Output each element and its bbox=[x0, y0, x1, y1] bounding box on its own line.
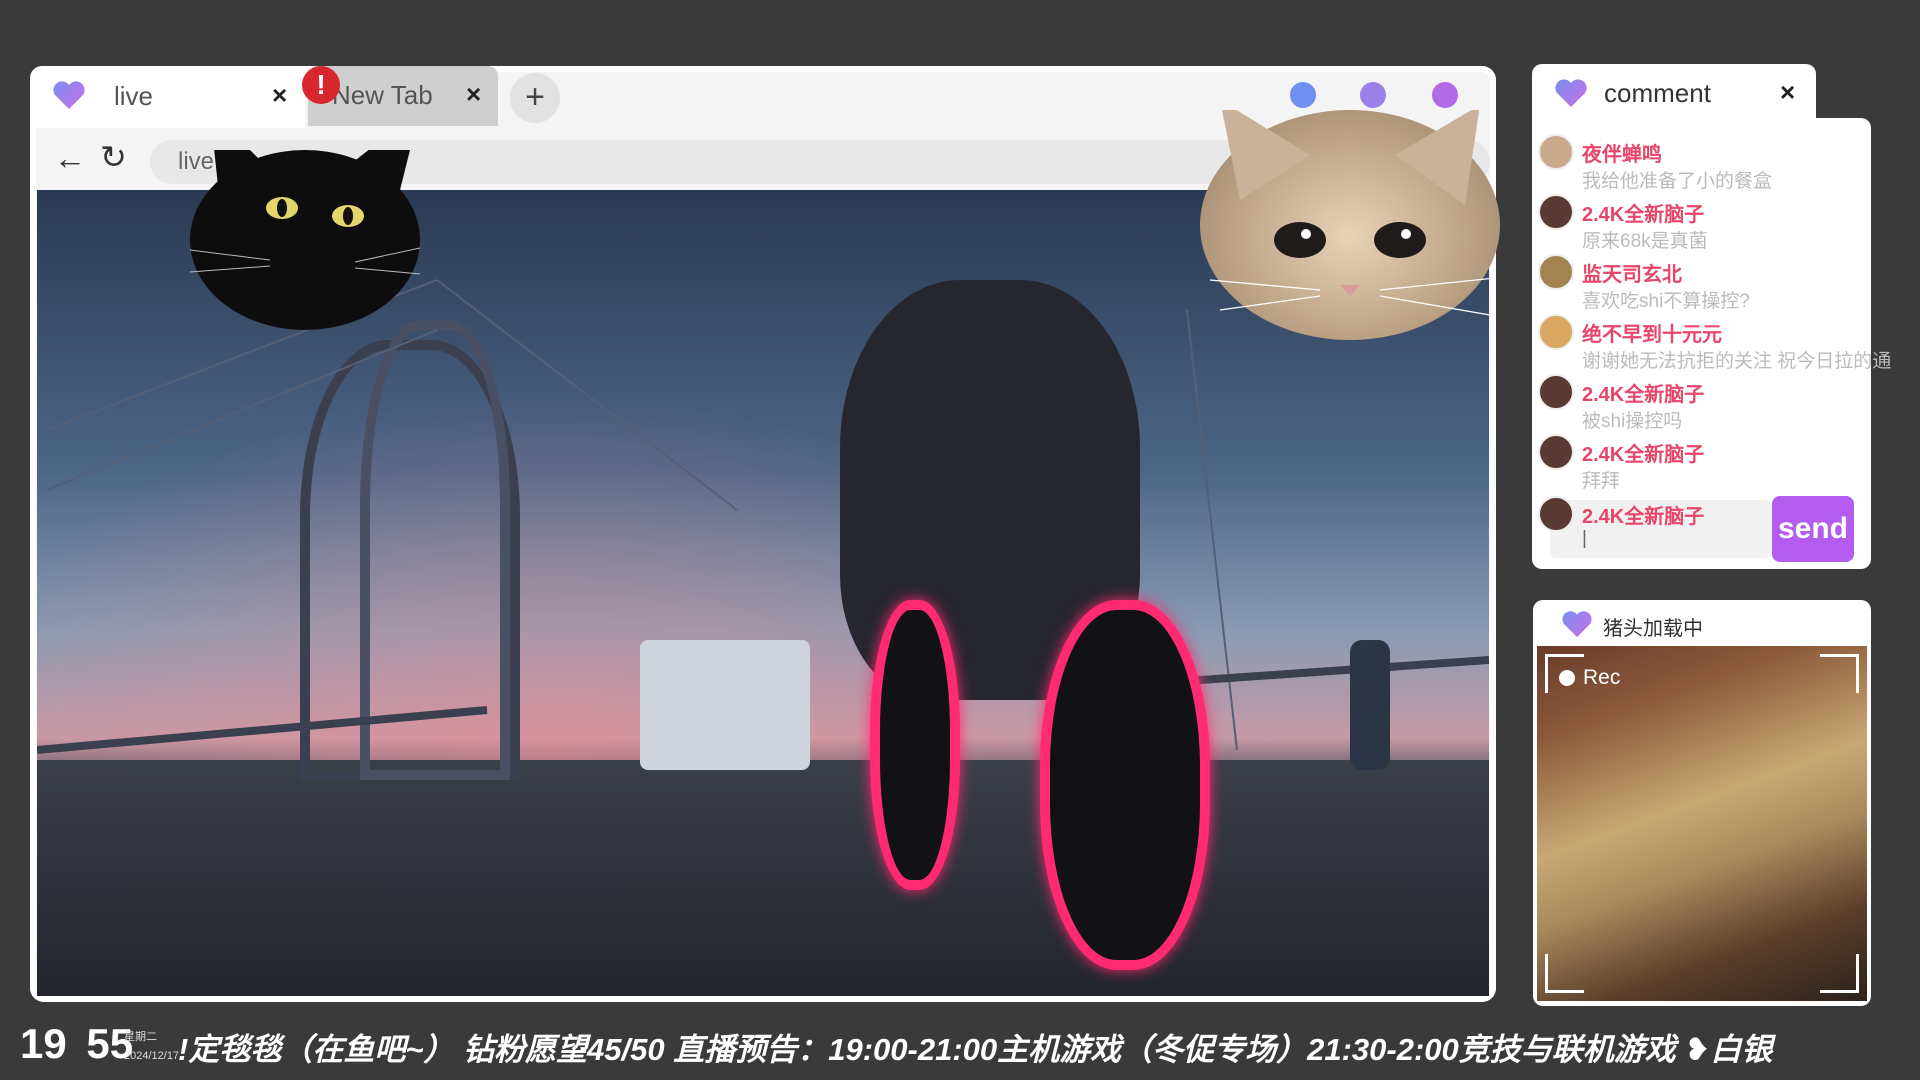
send-button[interactable]: send bbox=[1772, 496, 1854, 562]
comment-user: 2.4K全新脑子 bbox=[1582, 506, 1705, 528]
rec-label: Rec bbox=[1583, 666, 1621, 689]
comment-user: 2.4K全新脑子 bbox=[1582, 384, 1705, 406]
comment-item: 2.4K全新脑子 原来68k是真菌 bbox=[1538, 192, 1918, 252]
comment-item: 绝不早到十元元 谢谢她无法抗拒的关注 祝今日拉的通 bbox=[1538, 312, 1918, 372]
heart-icon bbox=[1561, 610, 1593, 643]
new-tab-button[interactable]: + bbox=[510, 73, 560, 123]
comment-user: 监天司玄北 bbox=[1582, 264, 1682, 286]
comment-user: 夜伴蝉鸣 bbox=[1582, 144, 1662, 166]
alert-badge-text: ! bbox=[316, 69, 326, 100]
bike-rear-wheel bbox=[1040, 600, 1210, 970]
comment-text: 我给他准备了小的餐盒 bbox=[1582, 171, 1773, 192]
window-dot-violet[interactable] bbox=[1360, 82, 1386, 108]
send-label: send bbox=[1777, 512, 1849, 545]
comment-text: 谢谢她无法抗拒的关注 祝今日拉的通 bbox=[1582, 351, 1892, 372]
date-block: 星期二 2024/12/17 bbox=[124, 1028, 179, 1062]
avatar bbox=[1538, 194, 1574, 230]
close-icon[interactable]: × bbox=[1780, 77, 1795, 108]
comment-text: 喜欢吃shi不算操控? bbox=[1582, 291, 1750, 312]
bus bbox=[640, 640, 810, 770]
frame-corner bbox=[1545, 654, 1584, 693]
comment-user: 2.4K全新脑子 bbox=[1582, 444, 1705, 466]
comment-title: comment bbox=[1604, 78, 1711, 108]
avatar bbox=[1538, 374, 1574, 410]
comment-text: 被shi操控吗 bbox=[1582, 411, 1683, 432]
comment-item: 2.4K全新脑子 拜拜 bbox=[1538, 432, 1918, 492]
cam-view: Rec bbox=[1537, 646, 1867, 1001]
comment-input-value: | bbox=[1582, 528, 1587, 549]
black-cat-face bbox=[189, 110, 421, 275]
rider-figure bbox=[1350, 640, 1390, 770]
back-arrow-icon[interactable]: ← bbox=[54, 140, 86, 177]
black-cat-sticker bbox=[189, 110, 421, 330]
comment-item: 夜伴蝉鸣 我给他准备了小的餐盒 bbox=[1538, 132, 1918, 192]
comment-item: 2.4K全新脑子 被shi操控吗 bbox=[1538, 372, 1918, 432]
frame-corner bbox=[1820, 654, 1859, 693]
alert-icon: ! bbox=[302, 66, 340, 104]
frame-corner bbox=[1820, 954, 1859, 993]
cam-title: 猪头加载中 bbox=[1603, 618, 1703, 640]
close-icon[interactable]: × bbox=[272, 80, 287, 111]
ticker-text: !定毯毯（在鱼吧~） 钻粉愿望45/50 直播预告：19:00-21:00主机游… bbox=[178, 1032, 1773, 1067]
comment-item: 监天司玄北 喜欢吃shi不算操控? bbox=[1538, 252, 1918, 312]
avatar bbox=[1538, 254, 1574, 290]
frame-corner bbox=[1545, 954, 1584, 993]
comment-text: 拜拜 bbox=[1582, 471, 1621, 492]
comment-text: 原来68k是真菌 bbox=[1582, 231, 1708, 252]
tabby-cat-face bbox=[1209, 100, 1496, 316]
tab-live[interactable]: live × bbox=[30, 66, 305, 128]
tab-label: New Tab bbox=[332, 80, 433, 110]
comment-user: 2.4K全新脑子 bbox=[1582, 204, 1705, 226]
avatar bbox=[1538, 314, 1574, 350]
bike-front-wheel bbox=[870, 600, 960, 890]
clock: 19 55 bbox=[20, 1020, 133, 1068]
comment-tab[interactable]: comment × bbox=[1532, 64, 1816, 124]
tab-label: live bbox=[114, 81, 154, 111]
avatar bbox=[1538, 496, 1574, 532]
comment-list: 夜伴蝉鸣 我给他准备了小的餐盒 2.4K全新脑子 原来68k是真菌 监天司玄北 … bbox=[1538, 132, 1918, 492]
window-dot-blue[interactable] bbox=[1290, 82, 1316, 108]
close-icon[interactable]: × bbox=[466, 79, 481, 110]
plus-icon: + bbox=[525, 78, 545, 116]
avatar bbox=[1538, 134, 1574, 170]
weekday: 星期二 bbox=[124, 1031, 157, 1043]
date: 2024/12/17 bbox=[124, 1050, 180, 1062]
reload-icon[interactable]: ↻ bbox=[100, 138, 127, 176]
clock-hour: 19 bbox=[20, 1020, 67, 1067]
tabby-cat-sticker bbox=[1200, 100, 1500, 340]
heart-icon bbox=[1554, 78, 1588, 113]
comment-user: 绝不早到十元元 bbox=[1582, 324, 1722, 346]
avatar bbox=[1538, 434, 1574, 470]
heart-icon bbox=[52, 80, 86, 115]
window-dot-purple[interactable] bbox=[1432, 82, 1458, 108]
